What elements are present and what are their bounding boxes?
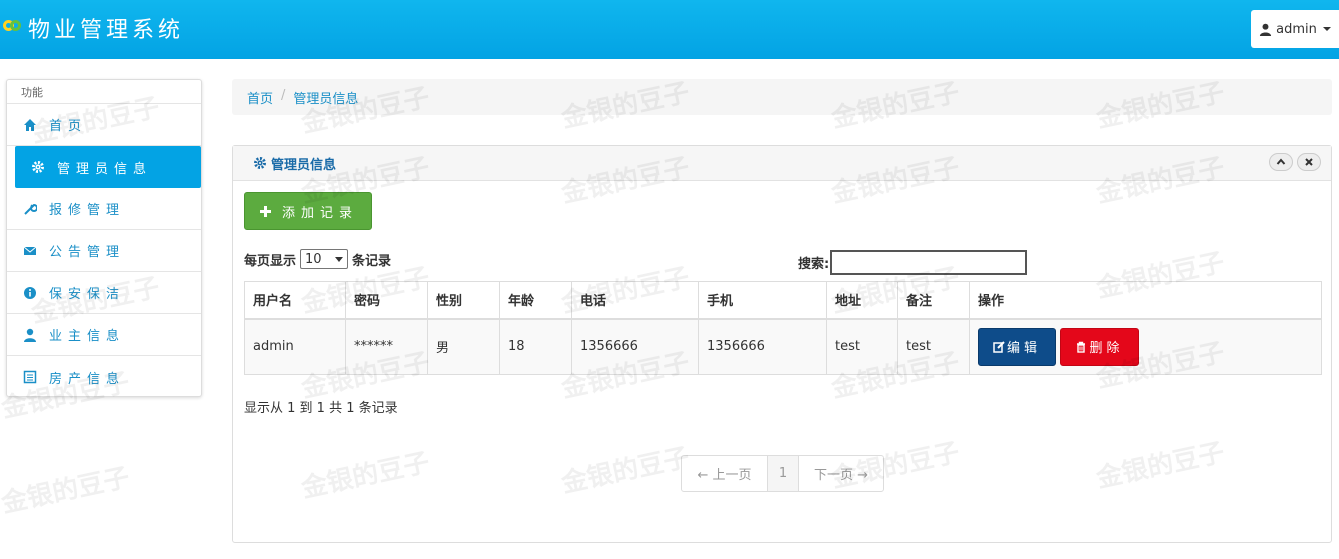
cell-age: 18 [499, 318, 572, 375]
delete-label: 删除 [1089, 341, 1124, 357]
info-icon [24, 286, 36, 299]
caret-down-icon [1322, 27, 1331, 31]
user-icon [24, 328, 36, 342]
breadcrumb-home-link[interactable]: 首页 [247, 88, 273, 107]
search-label: 搜索: [798, 257, 830, 272]
prev-page-button[interactable]: ← 上一页 [682, 456, 768, 491]
breadcrumb-current: 管理员信息 [293, 92, 359, 107]
next-page-button[interactable]: 下一页 → [799, 456, 883, 491]
search-control: 搜索: [798, 250, 1028, 275]
per-page-prefix: 每页显示 [244, 253, 297, 269]
page-length-select[interactable]: 10 [300, 249, 349, 269]
collapse-button[interactable] [1269, 153, 1293, 171]
watermark: 金银的豆子 [0, 462, 133, 520]
close-icon [1305, 158, 1313, 166]
table-row: admin ****** 男 18 1356666 1356666 test t… [244, 318, 1322, 375]
table-header-row: 用户名 密码 性别 年龄 电话 手机 地址 备注 操作 [244, 281, 1322, 320]
list-icon [23, 370, 37, 384]
panel-title: 管理员信息 [271, 157, 337, 173]
cell-actions: 编辑 删除 [969, 318, 1322, 375]
app-title: 物业管理系统 [28, 18, 185, 43]
add-record-button[interactable]: 添加记录 [244, 192, 372, 230]
sidebar-item-admin-info[interactable]: 管理员信息 [15, 146, 201, 188]
user-icon [1260, 23, 1272, 36]
edit-icon [993, 341, 1005, 353]
column-header[interactable]: 地址 [826, 281, 898, 320]
breadcrumb: 首页 / 管理员信息 [232, 79, 1332, 115]
sidebar-item-home[interactable]: 首页 [7, 104, 201, 146]
table-info: 显示从 1 到 1 共 1 条记录 [244, 401, 398, 416]
sidebar-item-label: 业主信息 [49, 329, 126, 344]
sidebar-item-label: 报修管理 [49, 203, 126, 218]
page-number-button[interactable]: 1 [768, 456, 799, 491]
cell-password: ****** [345, 318, 428, 375]
sidebar-item-owner[interactable]: 业主信息 [7, 314, 201, 356]
column-header[interactable]: 性别 [427, 281, 500, 320]
user-menu-button[interactable]: admin [1251, 10, 1339, 48]
column-header: 操作 [969, 281, 1322, 320]
panel-header: 管理员信息 [233, 146, 1331, 181]
sidebar-item-property[interactable]: 房产信息 [7, 356, 201, 398]
column-header[interactable]: 备注 [897, 281, 970, 320]
search-input[interactable] [830, 250, 1028, 275]
sidebar-item-label: 保安保洁 [49, 287, 126, 302]
admin-info-panel: 管理员信息 添加记录 每页显示 10 条记录 搜索: 用户名 密码 性别 年龄 [232, 145, 1332, 543]
chevron-up-icon [1276, 158, 1286, 165]
sidebar-item-label: 公告管理 [49, 245, 126, 260]
home-icon [24, 118, 36, 131]
close-button[interactable] [1297, 153, 1321, 171]
column-header[interactable]: 用户名 [244, 281, 346, 320]
page-length-value: 10 [305, 251, 322, 267]
envelope-icon [23, 246, 37, 255]
column-header[interactable]: 密码 [345, 281, 428, 320]
admin-table: 用户名 密码 性别 年龄 电话 手机 地址 备注 操作 admin ******… [244, 281, 1322, 375]
pagination: ← 上一页 1 下一页 → [681, 455, 884, 492]
cell-note: test [897, 318, 970, 375]
top-navbar: 物业管理系统 admin [0, 0, 1339, 59]
per-page-suffix: 条记录 [352, 253, 392, 269]
sidebar-item-notice[interactable]: 公告管理 [7, 230, 201, 272]
sidebar-item-label: 管理员信息 [57, 161, 153, 177]
sidebar-heading: 功能 [7, 80, 201, 104]
edit-button[interactable]: 编辑 [978, 327, 1056, 366]
plus-icon [260, 205, 271, 217]
chevron-down-icon [335, 256, 344, 262]
page-length-control: 每页显示 10 条记录 [244, 249, 391, 269]
column-header[interactable]: 手机 [698, 281, 827, 320]
cell-phone: 1356666 [571, 318, 699, 375]
breadcrumb-separator: / [281, 88, 286, 103]
sidebar-item-label: 首页 [49, 119, 88, 134]
delete-button[interactable]: 删除 [1060, 327, 1139, 366]
sidebar-item-label: 房产信息 [49, 371, 126, 387]
sidebar-item-repair[interactable]: 报修管理 [7, 188, 201, 230]
logo [3, 17, 23, 37]
cell-address: test [826, 318, 898, 375]
cell-mobile: 1356666 [698, 318, 827, 375]
edit-label: 编辑 [1006, 341, 1041, 357]
column-header[interactable]: 电话 [571, 281, 699, 320]
cell-gender: 男 [427, 318, 500, 375]
sidebar-item-security[interactable]: 保安保洁 [7, 272, 201, 314]
panel-tools [1269, 153, 1321, 171]
trash-icon [1077, 341, 1086, 353]
add-record-label: 添加记录 [282, 205, 359, 221]
cell-username: admin [244, 318, 346, 375]
username-label: admin [1276, 21, 1317, 37]
gear-icon [254, 157, 266, 169]
sidebar: 功能 首页 管理员信息 报修管理 公告管理 保安保洁 业主信息 房产信息 [6, 79, 202, 397]
column-header[interactable]: 年龄 [499, 281, 572, 320]
wrench-icon [24, 203, 37, 215]
gear-icon [32, 161, 44, 173]
